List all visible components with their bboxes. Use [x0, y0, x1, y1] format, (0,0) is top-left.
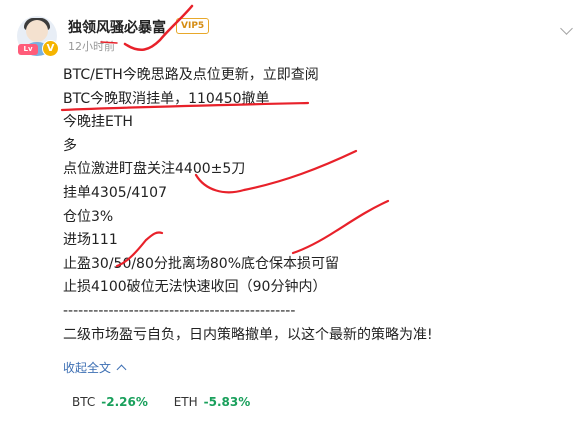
verified-icon: V: [42, 40, 59, 57]
post-line: 二级市场盈亏自负，日内策略撤单，以这个最新的策略为准!: [63, 326, 433, 343]
post-line: BTC今晚取消挂单，110450撤单: [63, 90, 270, 107]
post-line: 止盈30/50/80分批离场80%底仓保本损可留: [63, 255, 339, 272]
post-divider: ----------------------------------------…: [63, 302, 296, 319]
ticker-eth[interactable]: ETH -5.83%: [174, 395, 251, 409]
avatar-face: [26, 20, 48, 42]
post-line: 仓位3%: [63, 208, 114, 225]
level-badge: Lv: [18, 44, 38, 55]
chevron-up-icon: [116, 364, 127, 375]
post-body: BTC/ETH今晚思路及点位更新，立即查阅 BTC今晚取消挂单，110450撤单…: [63, 64, 563, 347]
vip-badge: VIP5: [176, 18, 210, 34]
ticker-symbol: BTC: [72, 395, 96, 409]
ticker-symbol: ETH: [173, 395, 198, 409]
ticker-change: -2.26%: [101, 395, 148, 409]
username[interactable]: 独领风骚必暴富: [68, 17, 166, 37]
ticker-change: -5.83%: [203, 395, 251, 409]
post-line: 进场111: [63, 232, 118, 249]
post-line: 止损4100破位无法快速收回（90分钟内）: [63, 279, 327, 296]
post-line: 今晚挂ETH: [63, 114, 133, 131]
post-line: 点位激进盯盘关注4400±5刀: [63, 161, 246, 178]
post-line: BTC/ETH今晚思路及点位更新，立即查阅: [63, 67, 319, 83]
ticker-btc[interactable]: BTC -2.26%: [72, 395, 148, 409]
collapse-full-text-link[interactable]: 收起全文: [63, 359, 127, 376]
collapse-label: 收起全文: [63, 361, 112, 375]
post-line: 挂单4305/4107: [63, 184, 167, 201]
chevron-down-icon[interactable]: [560, 22, 573, 35]
ticker-row: BTC -2.26% ETH -5.83%: [72, 395, 272, 409]
post-timestamp: 12小时前: [68, 40, 115, 53]
post-line: 多: [63, 137, 77, 154]
